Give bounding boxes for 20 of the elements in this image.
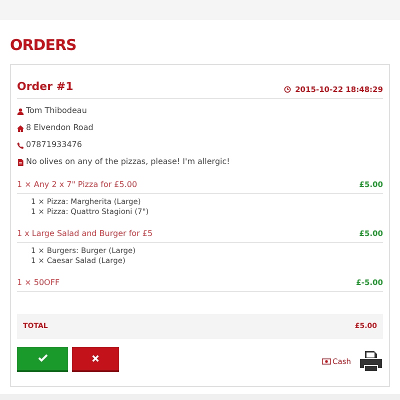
printer-icon[interactable] [359,350,383,372]
document-icon [17,158,24,166]
reject-button[interactable] [72,346,119,372]
accept-button[interactable] [17,346,68,372]
clock-icon [284,86,292,93]
info-text: Tom Thibodeau [26,106,87,116]
phone-icon [17,142,24,148]
item-name: 1 × 50OFF [17,277,60,289]
house-icon [17,124,24,132]
info-text: 07871933476 [26,140,82,150]
person-icon [17,108,24,114]
info-text: No olives on any of the pizzas, please! I'm allergic! [26,157,230,167]
item-name: 1 x Large Salad and Burger for £5 [17,228,153,240]
order-title: Order #1 [17,78,74,94]
banknote-icon [322,358,330,366]
close-icon [91,354,100,362]
info-text: 8 Elvendon Road [26,123,94,133]
item-name: 1 × Any 2 x 7" Pizza for £5.00 [17,179,138,191]
page-title: ORDERS [10,35,78,56]
check-icon [38,353,48,363]
